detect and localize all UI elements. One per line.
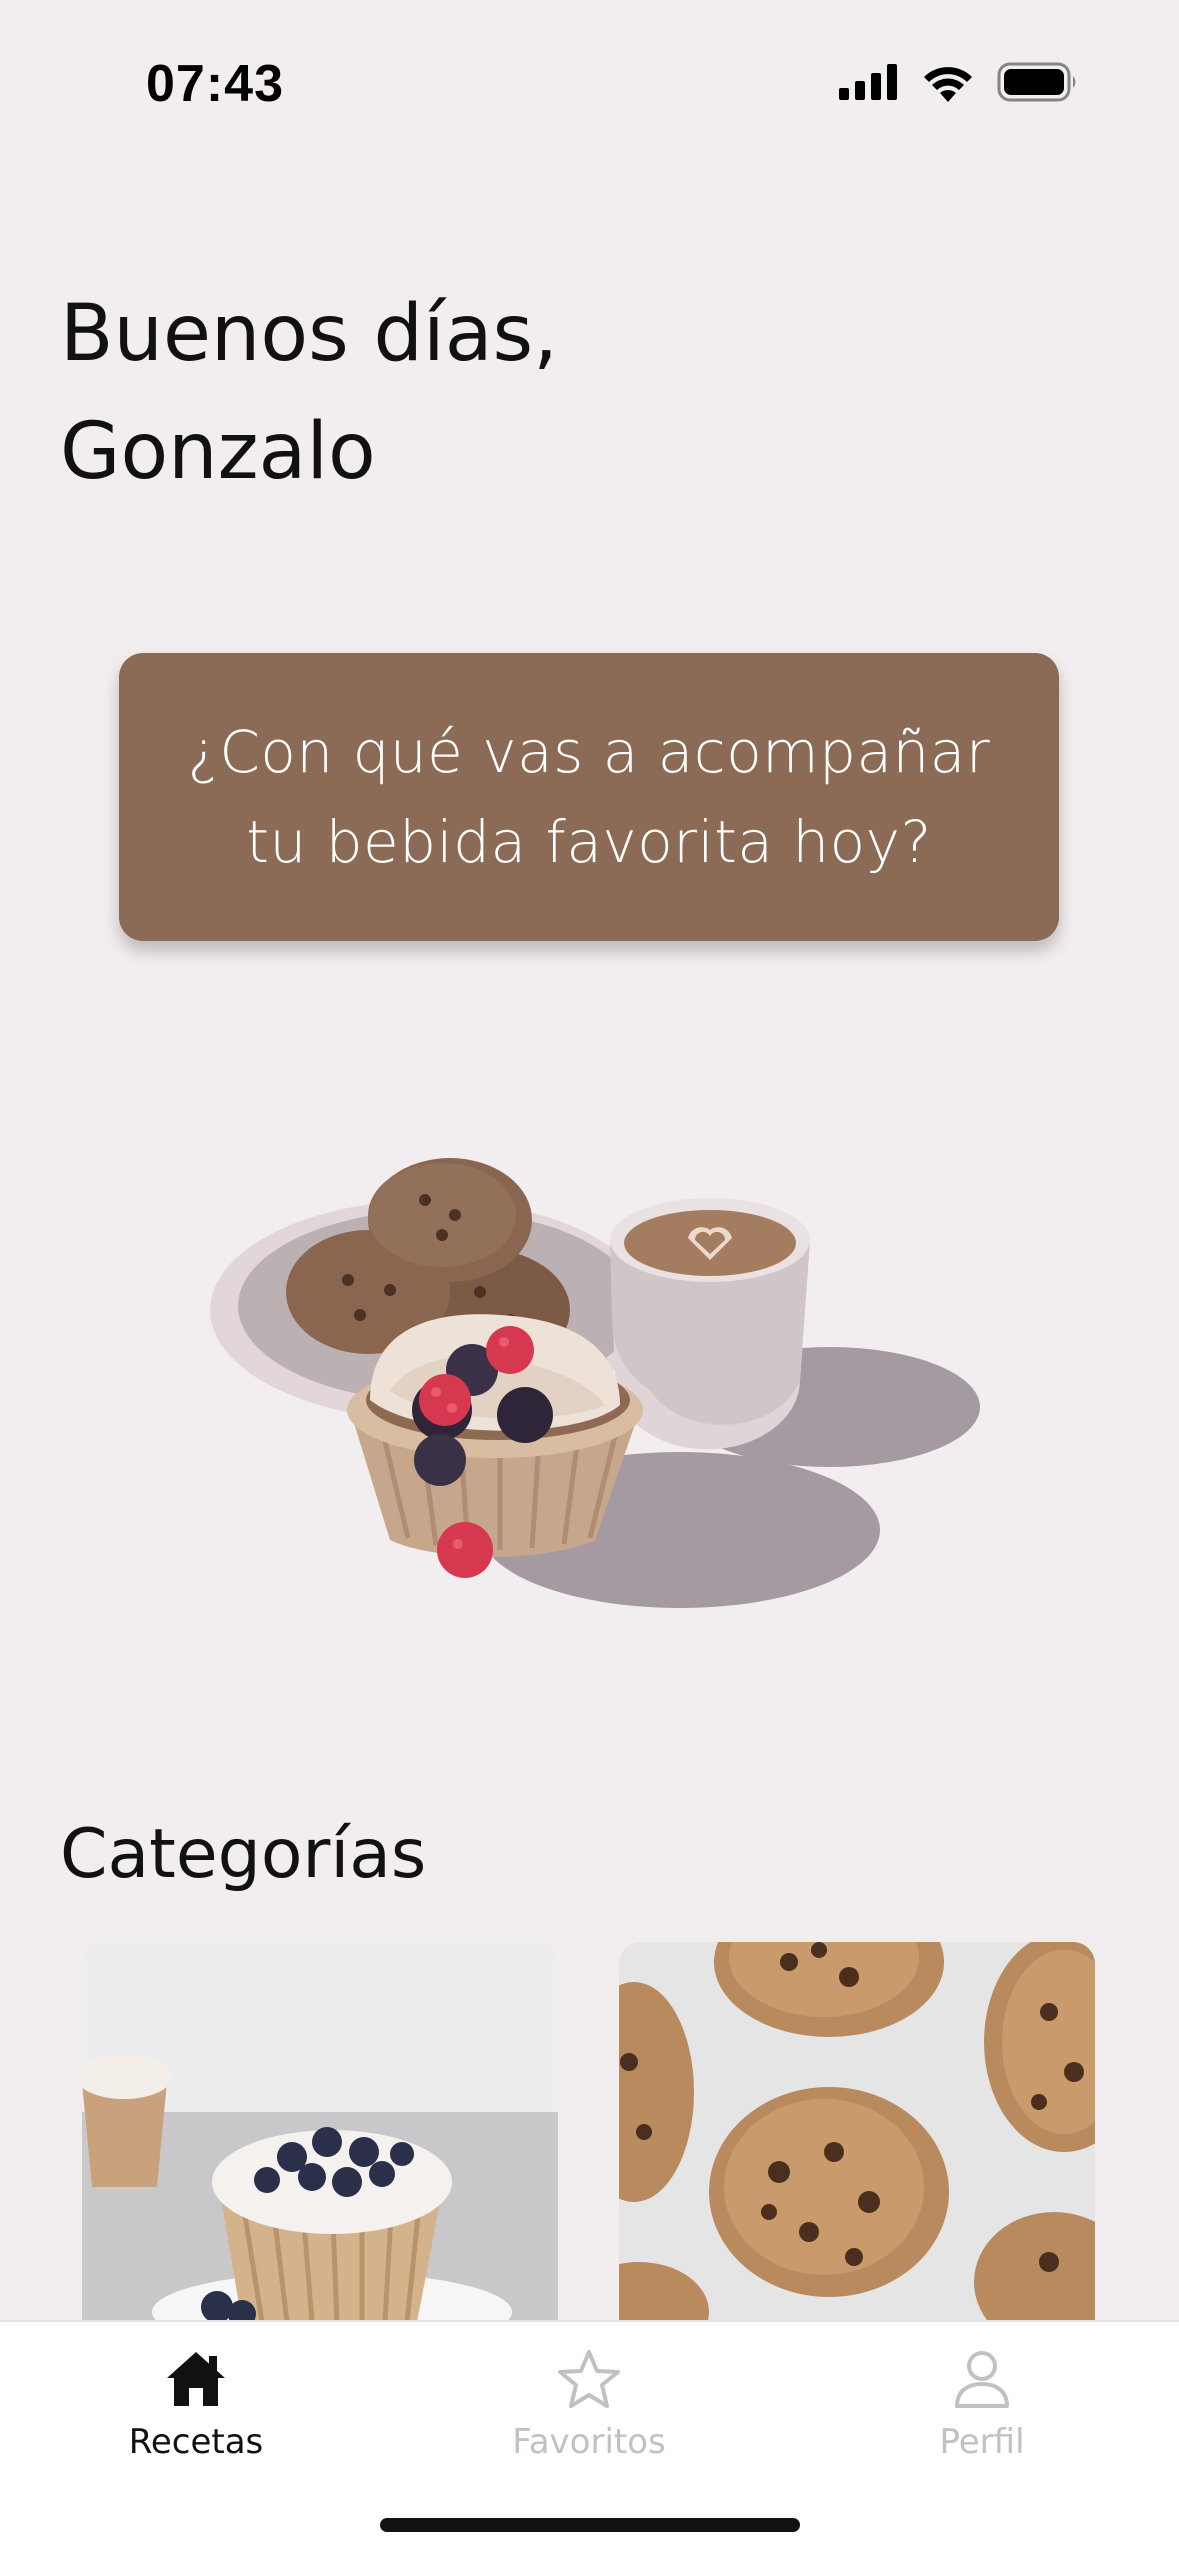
- prompt-card-text: ¿Con qué vas a acompañar tu bebida favor…: [187, 718, 991, 876]
- chocolate-chip-cookies-photo: [619, 1942, 1095, 2322]
- battery-icon: [997, 62, 1076, 102]
- person-icon: [955, 2351, 1009, 2408]
- cellular-signal-icon: [839, 64, 897, 100]
- greeting-heading: Buenos días, Gonzalo: [60, 275, 558, 511]
- star-icon: [558, 2350, 620, 2408]
- category-card-cookies[interactable]: [619, 1942, 1095, 2322]
- tab-perfil[interactable]: Perfil: [852, 2348, 1112, 2462]
- tab-favoritos-label: Favoritos: [512, 2422, 666, 2462]
- tab-recetas[interactable]: Recetas: [66, 2348, 326, 2462]
- status-icons: [839, 62, 1079, 102]
- home-icon: [167, 2352, 225, 2406]
- wifi-icon: [924, 67, 972, 102]
- blueberry-muffins-photo: [82, 1942, 558, 2322]
- tab-perfil-label: Perfil: [939, 2422, 1025, 2462]
- status-time: 07:43: [146, 55, 284, 113]
- tab-favoritos[interactable]: Favoritos: [459, 2348, 719, 2462]
- home-indicator[interactable]: [380, 2518, 800, 2532]
- categories-title: Categorías: [60, 1815, 427, 1894]
- category-card-muffins[interactable]: [82, 1942, 558, 2322]
- tab-recetas-label: Recetas: [128, 2422, 264, 2462]
- status-bar: 07:43: [0, 0, 1179, 160]
- prompt-card[interactable]: ¿Con qué vas a acompañar tu bebida favor…: [119, 653, 1059, 941]
- greeting-line-1: Buenos días,: [60, 289, 558, 379]
- greeting-user-name: Gonzalo: [60, 407, 376, 497]
- coffee-and-pastries-illustration: [210, 1158, 980, 1608]
